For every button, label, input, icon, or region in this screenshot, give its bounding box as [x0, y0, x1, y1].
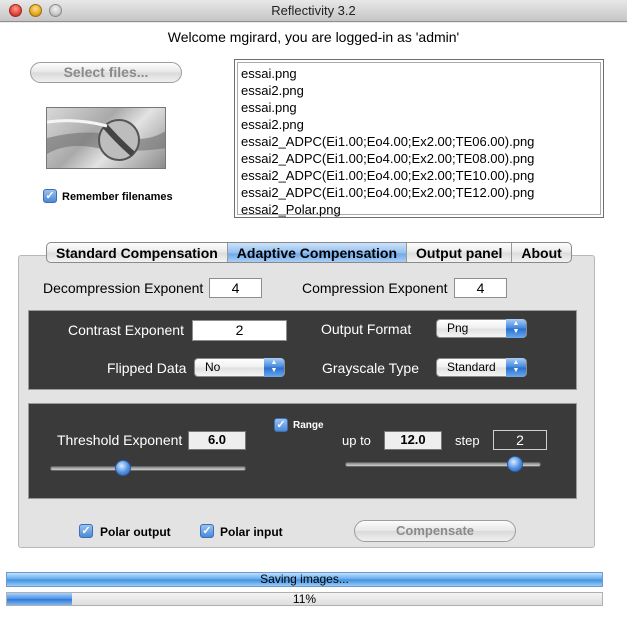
file-list[interactable]: essai.png essai2.png essai.png essai2.pn… [234, 59, 604, 218]
compression-exponent-label: Compression Exponent [302, 280, 448, 296]
decompression-exponent-field[interactable]: 4 [209, 278, 262, 298]
select-arrows-icon: ▲ ▼ [506, 358, 526, 377]
list-item[interactable]: essai2_Polar.png [241, 201, 597, 218]
flipped-data-value: No [205, 360, 221, 374]
list-item[interactable]: essai.png [241, 65, 597, 82]
welcome-message: Welcome mgirard, you are logged-in as 'a… [167, 29, 460, 45]
list-item[interactable]: essai2.png [241, 116, 597, 133]
list-item[interactable]: essai2_ADPC(Ei1.00;Eo4.00;Ex2.00;TE10.00… [241, 167, 597, 184]
list-item[interactable]: essai.png [241, 99, 597, 116]
polar-input-checkbox[interactable]: ✓ [200, 524, 214, 538]
grayscale-type-label: Grayscale Type [322, 360, 420, 376]
tab-standard-compensation[interactable]: Standard Compensation [47, 243, 228, 262]
threshold-slider-knob[interactable] [115, 460, 131, 476]
threshold-exponent-value: 6.0 [188, 431, 246, 450]
decompression-exponent-label: Decompression Exponent [43, 280, 204, 296]
step-field[interactable]: 2 [493, 430, 547, 450]
contrast-exponent-field[interactable]: 2 [192, 320, 287, 341]
output-format-label: Output Format [321, 321, 412, 337]
list-item[interactable]: essai2_ADPC(Ei1.00;Eo4.00;Ex2.00;TE12.00… [241, 184, 597, 201]
up-to-label: up to [342, 433, 371, 448]
select-arrows-icon: ▲ ▼ [506, 319, 526, 338]
threshold-slider-track[interactable] [50, 466, 246, 471]
range-checkbox[interactable]: ✓ [274, 418, 288, 432]
polar-output-label: Polar output [100, 525, 171, 539]
output-format-select[interactable]: Png ▲ ▼ [436, 319, 527, 338]
progress-bar: 11% [6, 592, 603, 606]
list-item[interactable]: essai2.png [241, 82, 597, 99]
contrast-settings-box: Contrast Exponent 2 Output Format Png ▲ ▼… [28, 310, 577, 390]
compression-exponent-field[interactable]: 4 [454, 278, 507, 298]
range-label: Range [293, 420, 324, 431]
title-bar: Reflectivity 3.2 [0, 0, 627, 22]
grayscale-type-value: Standard [447, 360, 496, 374]
list-item[interactable]: essai2_ADPC(Ei1.00;Eo4.00;Ex2.00;TE06.00… [241, 133, 597, 150]
up-to-value: 12.0 [384, 431, 442, 450]
output-format-value: Png [447, 321, 469, 335]
main-content: Welcome mgirard, you are logged-in as 'a… [0, 23, 627, 631]
progress-percent: 11% [292, 592, 317, 606]
tab-bar: Standard Compensation Adaptive Compensat… [46, 242, 572, 263]
up-to-slider-knob[interactable] [507, 456, 523, 472]
threshold-exponent-label: Threshold Exponent [57, 432, 183, 448]
contrast-exponent-label: Contrast Exponent [68, 322, 184, 338]
polar-input-label: Polar input [220, 525, 283, 539]
grayscale-type-select[interactable]: Standard ▲ ▼ [436, 358, 527, 377]
remember-filenames-label: Remember filenames [62, 191, 173, 203]
remember-filenames-checkbox[interactable]: ✓ [43, 189, 57, 203]
adaptive-compensation-panel: Decompression Exponent 4 Compression Exp… [18, 255, 595, 548]
app-logo-image [46, 107, 166, 169]
select-files-button[interactable]: Select files... [30, 62, 182, 83]
tab-about[interactable]: About [512, 243, 570, 262]
window-title: Reflectivity 3.2 [271, 3, 356, 18]
tab-output-panel[interactable]: Output panel [407, 243, 513, 262]
list-item[interactable]: essai2_ADPC(Ei1.00;Eo4.00;Ex2.00;TE08.00… [241, 150, 597, 167]
flipped-data-select[interactable]: No ▲ ▼ [194, 358, 285, 377]
compensate-button[interactable]: Compensate [354, 520, 516, 542]
status-message-bar: Saving images... [6, 572, 603, 587]
select-arrows-icon: ▲ ▼ [264, 358, 284, 377]
polar-output-checkbox[interactable]: ✓ [79, 524, 93, 538]
tab-adaptive-compensation[interactable]: Adaptive Compensation [227, 243, 408, 262]
flipped-data-label: Flipped Data [107, 360, 187, 376]
step-label: step [455, 433, 480, 448]
threshold-settings-box: Threshold Exponent 6.0 ✓ Range up to 12.… [28, 403, 577, 499]
